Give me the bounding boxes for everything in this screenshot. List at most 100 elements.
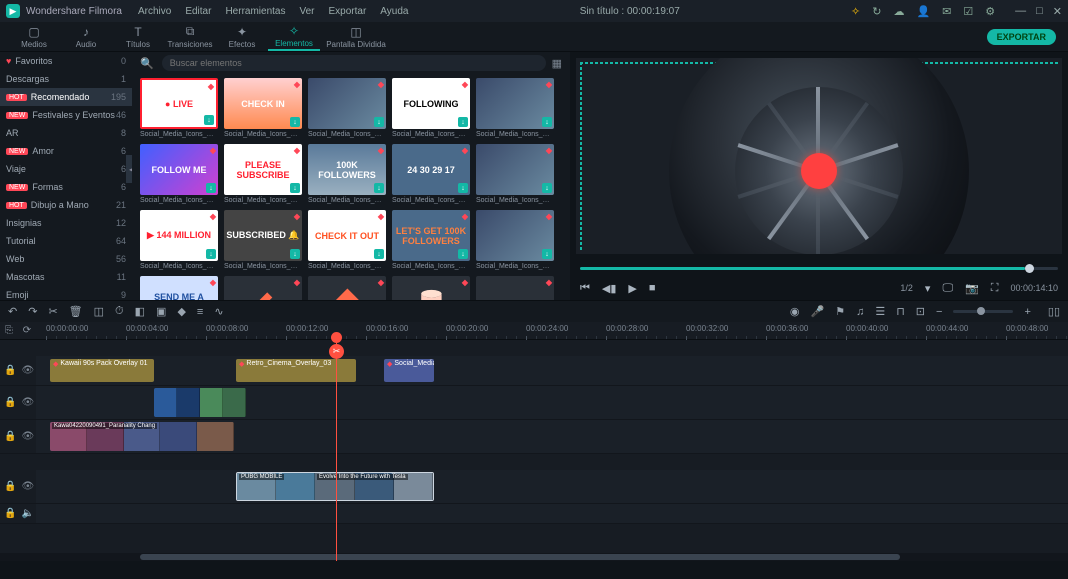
magnet-icon[interactable]: ⊓ <box>896 305 905 318</box>
sidebar-item[interactable]: NEWFormas6 <box>0 178 132 196</box>
sidebar-item[interactable]: Descargas1 <box>0 70 132 88</box>
asset-thumb[interactable]: FOLLOW ME◆↓Social_Media_Icons_Pac... <box>140 144 218 204</box>
account-icon[interactable]: 👤 <box>916 5 930 18</box>
prev-frame-icon[interactable]: ⏮ <box>580 282 590 295</box>
keyframe-icon[interactable]: ◆ <box>177 305 185 318</box>
track-lock-icon[interactable]: 🔒 <box>4 431 16 442</box>
chevron-down-icon[interactable]: ▾ <box>925 282 931 295</box>
asset-thumb[interactable]: ▶ 144 MILLION◆↓Social_Media_Icons_Pac... <box>140 210 218 270</box>
download-icon[interactable]: ↓ <box>374 249 384 259</box>
sidebar-item[interactable]: Insignias12 <box>0 214 132 232</box>
sidebar-item[interactable]: Emoji9 <box>0 286 132 300</box>
time-ruler[interactable]: 00:00:00:0000:00:04:0000:00:08:0000:00:1… <box>36 322 1068 339</box>
asset-thumb[interactable]: ◆↓Social_Media_Icons_Pac... <box>476 276 554 300</box>
render-icon[interactable]: ◉ <box>790 305 800 318</box>
step-back-icon[interactable]: ◀▮ <box>602 282 617 295</box>
settings-icon[interactable]: ⚙ <box>985 5 995 18</box>
clip-video[interactable] <box>154 388 246 417</box>
track-eye-icon[interactable]: 👁 <box>21 431 34 442</box>
window-close-icon[interactable]: ✕ <box>1053 5 1062 18</box>
sidebar-item[interactable]: Tutorial64 <box>0 232 132 250</box>
sidebar-item[interactable]: HOTRecomendado195 <box>0 88 132 106</box>
delete-icon[interactable]: 🗑 <box>69 305 83 318</box>
window-minimize-icon[interactable]: — <box>1015 5 1026 17</box>
download-icon[interactable]: ↓ <box>374 117 384 127</box>
menu-icon[interactable]: ≡ <box>197 306 203 318</box>
redo-icon[interactable]: ↷ <box>28 305 37 318</box>
download-icon[interactable]: ↓ <box>374 183 384 193</box>
grid-view-icon[interactable]: ▦ <box>552 57 562 70</box>
asset-thumb[interactable]: ◆↓Social_Media_Icons_Pac... <box>476 210 554 270</box>
download-icon[interactable]: ↓ <box>458 249 468 259</box>
download-icon[interactable]: ↓ <box>542 117 552 127</box>
tab-transitions[interactable]: ⧉Transiciones <box>164 22 216 51</box>
asset-thumb[interactable]: SEND ME A MESSAGE◆↓Social_Media_Icons_Pa… <box>140 276 218 300</box>
sidebar-item[interactable]: Mascotas11 <box>0 268 132 286</box>
color-icon[interactable]: ◧ <box>135 305 145 318</box>
preview-scrubber[interactable] <box>580 260 1058 276</box>
track-eye-icon[interactable]: 👁 <box>21 397 34 408</box>
menu-ver[interactable]: Ver <box>299 6 314 17</box>
zoom-in-icon[interactable]: + <box>1024 306 1030 318</box>
expand-icon[interactable]: ⛶ <box>991 282 999 295</box>
stop-icon[interactable]: ■ <box>649 282 656 294</box>
voiceover-icon[interactable]: 🎤 <box>811 305 825 318</box>
sidebar-item[interactable]: HOTDibujo a Mano21 <box>0 196 132 214</box>
menu-editar[interactable]: Editar <box>185 6 211 17</box>
zoom-slider[interactable] <box>953 310 1013 313</box>
track-manage-icon[interactable]: ☰ <box>875 305 885 318</box>
asset-thumb[interactable]: ◆↓Social_Media_Icons_Pac... <box>308 78 386 138</box>
asset-thumb[interactable]: ● LIVE◆↓Social_Media_Icons_Pac... <box>140 78 218 138</box>
track-lock-icon[interactable]: 🔒 <box>4 397 16 408</box>
tab-titles[interactable]: TTítulos <box>112 22 164 51</box>
refresh-icon[interactable]: ↻ <box>872 5 881 18</box>
timeline-hscroll[interactable] <box>0 553 1068 561</box>
track-eye-icon[interactable]: 👁 <box>21 365 34 376</box>
clip-video-selected[interactable]: PUBG MOBILE Evolve Into the Future with … <box>236 472 434 501</box>
clip-element[interactable]: ◆Social_Media_I <box>384 359 434 382</box>
download-icon[interactable]: ↓ <box>290 249 300 259</box>
menu-ayuda[interactable]: Ayuda <box>380 6 408 17</box>
asset-thumb[interactable]: 100K FOLLOWERS◆↓Social_Media_Icons_Pac..… <box>308 144 386 204</box>
track-lock-icon[interactable]: 🔒 <box>4 508 16 519</box>
track-mute-icon[interactable]: 🔈 <box>21 508 33 519</box>
menu-archivo[interactable]: Archivo <box>138 6 171 17</box>
tab-effects[interactable]: ✦Efectos <box>216 22 268 51</box>
clip-video[interactable]: Kawa04220090491_Paranality Chang <box>50 422 234 451</box>
sidebar-item[interactable]: Viaje6 <box>0 160 132 178</box>
asset-thumb[interactable]: CHECK IT OUT◆↓Social_Media_Icons_Pac... <box>308 210 386 270</box>
sidebar-item[interactable]: NEWAmor6 <box>0 142 132 160</box>
tab-media[interactable]: ▢Medios <box>8 22 60 51</box>
speed-icon[interactable]: ⏱ <box>115 305 124 318</box>
asset-thumb[interactable]: FOLLOWING◆↓Social_Media_Icons_Pac... <box>392 78 470 138</box>
download-icon[interactable]: ↓ <box>458 117 468 127</box>
premium-icon[interactable]: ✧ <box>851 5 860 18</box>
sidebar-item[interactable]: AR8 <box>0 124 132 142</box>
tab-splitscreen[interactable]: ◫Pantalla Dividida <box>320 22 392 51</box>
sidebar-item[interactable]: Web56 <box>0 250 132 268</box>
track-panel-icon[interactable]: ▯▯ <box>1048 305 1060 318</box>
asset-thumb[interactable]: ◆↓Social_Media_Icons_Pac... <box>476 78 554 138</box>
asset-thumb[interactable]: ◆↓Social_Media_Icons_Pac... <box>392 276 470 300</box>
download-icon[interactable]: ↓ <box>290 183 300 193</box>
timeline-sync-icon[interactable]: ⟳ <box>23 325 31 336</box>
download-icon[interactable]: ↓ <box>206 183 216 193</box>
download-icon[interactable]: ↓ <box>458 183 468 193</box>
monitor-icon[interactable]: 🖵 <box>942 282 953 295</box>
track-lock-icon[interactable]: 🔒 <box>4 365 16 376</box>
asset-thumb[interactable]: ◆↓Social_Media_Icons_Pac... <box>476 144 554 204</box>
asset-thumb[interactable]: SUBSCRIBED 🔔◆↓Social_Media_Icons_Pac... <box>224 210 302 270</box>
sidebar-item[interactable]: NEWFestivales y Eventos46 <box>0 106 132 124</box>
tab-audio[interactable]: ♪Audio <box>60 22 112 51</box>
mixer-icon[interactable]: ♫ <box>856 306 864 318</box>
menu-herramientas[interactable]: Herramientas <box>225 6 285 17</box>
zoom-fit-icon[interactable]: ⊡ <box>916 305 925 318</box>
sidebar-item[interactable]: ♥Favoritos0 <box>0 52 132 70</box>
search-input[interactable] <box>162 55 546 71</box>
marker-icon[interactable]: ⚑ <box>835 305 845 318</box>
play-icon[interactable]: ▶ <box>628 282 636 295</box>
snapshot-icon[interactable]: 📷 <box>965 282 979 295</box>
asset-thumb[interactable]: CHECK IN◆↓Social_Media_Icons_Pac... <box>224 78 302 138</box>
preview-canvas[interactable] <box>576 58 1062 254</box>
greenscreen-icon[interactable]: ▣ <box>156 305 166 318</box>
